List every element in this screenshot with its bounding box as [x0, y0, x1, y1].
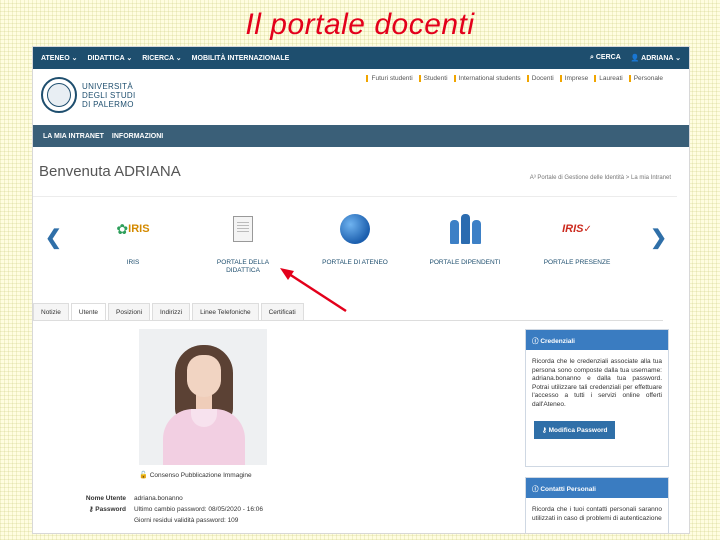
tile-portale-didattica[interactable]: PORTALE DELLA DIDATTICA [193, 205, 293, 275]
tab-utente[interactable]: Utente [70, 303, 107, 320]
contacts-panel-text: Ricorda che i tuoi contatti personali sa… [532, 506, 662, 522]
quicklink-studenti[interactable]: Studenti [418, 75, 448, 82]
quick-links: Futuri studenti Studenti International s… [360, 75, 663, 82]
breadcrumb[interactable]: A³ Portale di Gestione delle Identità > … [530, 175, 671, 181]
intranet-link[interactable]: LA MIA INTRANET [43, 133, 104, 140]
tile-portale-ateneo[interactable]: PORTALE DI ATENEO [305, 205, 405, 267]
quicklink-futuri-studenti[interactable]: Futuri studenti [366, 75, 413, 82]
quicklink-personale[interactable]: Personale [628, 75, 663, 82]
logo-line-3: DI PALERMO [82, 99, 134, 109]
tile-label: PORTALE DELLA DIDATTICA [216, 259, 270, 274]
page-title: Benvenuta ADRIANA [39, 163, 181, 180]
carousel-prev-chevron-icon[interactable]: ❮ [45, 225, 62, 250]
slide-title: Il portale docenti [245, 8, 475, 41]
password-days-left: Giorni residui validità password: 109 [134, 517, 239, 524]
change-password-button[interactable]: ⚷ Modifica Password [534, 421, 616, 439]
key-icon: ⚷ [542, 427, 547, 434]
people-icon [415, 205, 515, 253]
quicklink-international[interactable]: International students [453, 75, 521, 82]
nav-mobilita[interactable]: MOBILITÀ INTERNAZIONALE [192, 55, 290, 62]
tile-label: IRIS [126, 259, 140, 266]
tab-certificati[interactable]: Certificati [260, 303, 304, 320]
iris-mark: IRIS [128, 223, 150, 235]
consent-image-link[interactable]: 🔓 Consenso Pubblicazione Immagine [139, 471, 252, 479]
logo-line-1: UNIVERSITÀ [82, 81, 134, 91]
user-menu[interactable]: 👤 ADRIANA ⌄ [631, 54, 681, 62]
key-icon: ⚷ [88, 506, 94, 513]
nav-ateneo[interactable]: ATENEO ⌄ [41, 54, 77, 62]
credentials-panel-text: Ricorda che le credenziali associate all… [532, 358, 662, 408]
avatar [139, 329, 267, 465]
quicklink-imprese[interactable]: Imprese [559, 75, 588, 82]
tile-label: PORTALE PRESENZE [543, 259, 611, 266]
user-tabs: Notizie Utente Posizioni Indirizzi Linee… [33, 303, 663, 321]
user-icon: 👤 [630, 55, 640, 62]
nav-didattica[interactable]: DIDATTICA ⌄ [87, 54, 132, 62]
informazioni-link[interactable]: INFORMAZIONI [112, 133, 163, 140]
unlock-icon: 🔓 [139, 472, 148, 479]
iris-icon: ✿ IRIS [116, 220, 150, 237]
tab-indirizzi[interactable]: Indirizzi [152, 303, 191, 320]
contacts-panel: ⓘ Contatti Personali Ricorda che i tuoi … [525, 477, 669, 533]
tab-notizie[interactable]: Notizie [33, 303, 69, 320]
logo-line-2: DEGLI STUDI [82, 90, 136, 100]
welcome-section: Benvenuta ADRIANA A³ Portale di Gestione… [33, 147, 677, 197]
contacts-panel-header: ⓘ Contatti Personali [526, 478, 668, 498]
tile-label: PORTALE DI ATENEO [322, 259, 388, 266]
intranet-bar: LA MIA INTRANET INFORMAZIONI [33, 125, 689, 147]
tab-linee-telefoniche[interactable]: Linee Telefoniche [192, 303, 259, 320]
carousel-next-chevron-icon[interactable]: ❯ [650, 225, 667, 250]
browser-screenshot: ATENEO ⌄ DIDATTICA ⌄ RICERCA ⌄ MOBILITÀ … [32, 46, 690, 534]
info-icon: ⓘ [532, 338, 539, 345]
tab-posizioni[interactable]: Posizioni [108, 303, 151, 320]
document-icon [193, 205, 293, 253]
info-icon: ⓘ [532, 486, 539, 493]
credentials-panel: ⓘ Credenziali Ricorda che le credenziali… [525, 329, 669, 467]
university-logo[interactable]: UNIVERSITÀ DEGLI STUDI DI PALERMO [41, 77, 136, 113]
user-info: Nome Utente adriana.bonanno ⚷ Password U… [81, 493, 263, 526]
username-label: Nome Utente [85, 495, 126, 502]
user-name: ADRIANA ⌄ [641, 55, 681, 62]
search-link[interactable]: ⌕ CERCA [590, 54, 621, 62]
consent-label: Consenso Pubblicazione Immagine [149, 472, 252, 479]
tile-label: PORTALE DIPENDENTI [429, 259, 501, 266]
search-icon: ⌕ [590, 54, 594, 61]
password-last-change: Ultimo cambio password: 08/05/2020 - 16:… [134, 506, 263, 513]
seal-icon [41, 77, 77, 113]
site-header: UNIVERSITÀ DEGLI STUDI DI PALERMO Futuri… [33, 69, 689, 125]
search-label: CERCA [595, 54, 621, 61]
credentials-panel-header: ⓘ Credenziali [526, 330, 668, 350]
tile-iris[interactable]: ✿ IRIS IRIS [83, 205, 183, 267]
quicklink-docenti[interactable]: Docenti [526, 75, 554, 82]
tile-portale-presenze[interactable]: IRIS ✓ PORTALE PRESENZE [527, 205, 627, 267]
password-label: ⚷ Password [88, 506, 126, 513]
quicklink-laureati[interactable]: Laureati [594, 75, 623, 82]
top-navigation: ATENEO ⌄ DIDATTICA ⌄ RICERCA ⌄ MOBILITÀ … [33, 47, 689, 69]
nav-ricerca[interactable]: RICERCA ⌄ [142, 54, 181, 62]
username-value: adriana.bonanno [134, 495, 183, 502]
tile-portale-dipendenti[interactable]: PORTALE DIPENDENTI [415, 205, 515, 267]
iris-presenze-icon: IRIS ✓ [562, 223, 592, 235]
portal-carousel: ❮ ✿ IRIS IRIS PORTALE DELLA DIDATTICA POR… [33, 197, 689, 287]
globe-icon [305, 205, 405, 253]
